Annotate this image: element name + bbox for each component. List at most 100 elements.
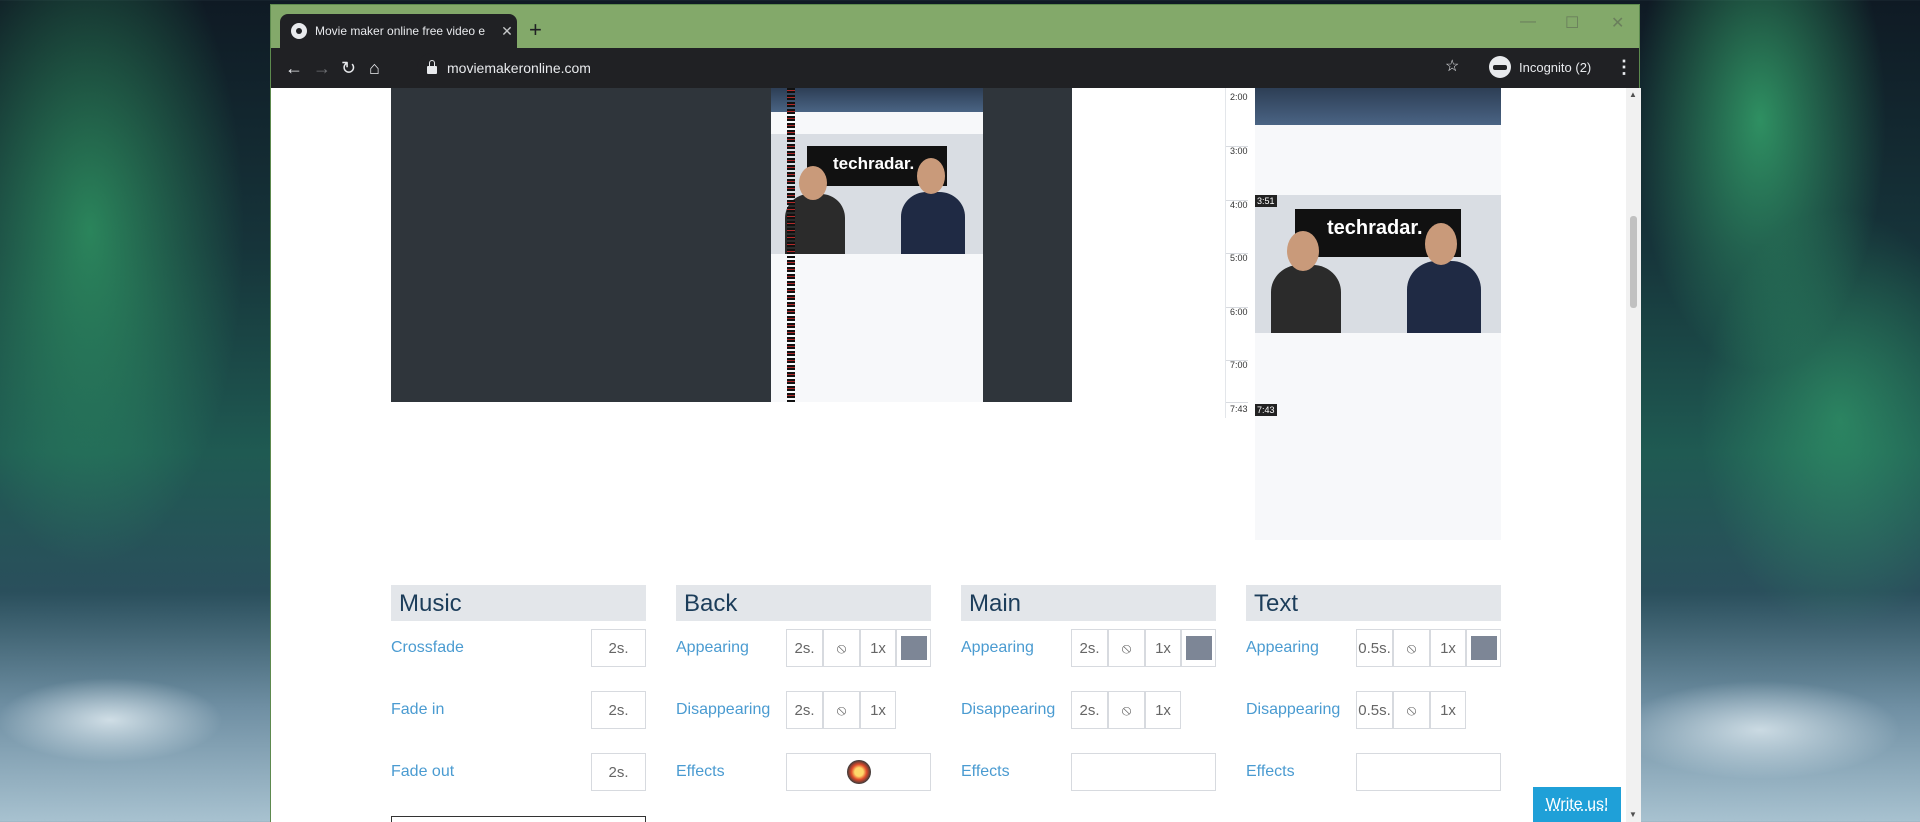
- audio-waveform-bottom: [787, 260, 795, 402]
- track-head-left: [1287, 231, 1319, 271]
- text-appearing-speed[interactable]: 1x: [1430, 629, 1466, 667]
- profile-label: Incognito (2): [1519, 59, 1592, 75]
- reload-button[interactable]: ↻: [341, 58, 356, 78]
- text-disappearing-none-icon[interactable]: ⦸: [1393, 691, 1430, 729]
- preview-logo-text: techradar.: [833, 154, 915, 173]
- text-disappearing-duration[interactable]: 0.5s.: [1356, 691, 1393, 729]
- scroll-up-icon[interactable]: ▲: [1629, 90, 1637, 99]
- back-effects-picker[interactable]: [786, 753, 931, 791]
- audio-waveform-top: [787, 88, 795, 258]
- tick-line: [1226, 402, 1248, 403]
- main-section: Main Appearing 2s. ⦸ 1x Disappearing 2s.…: [961, 585, 1216, 791]
- main-disappearing-none-icon[interactable]: ⦸: [1108, 691, 1145, 729]
- timeline-ruler[interactable]: 2:00 3:00 4:00 5:00 6:00 7:00 7:43: [1225, 88, 1249, 418]
- write-us-button[interactable]: Write us!: [1533, 787, 1621, 822]
- track-logo-text: techradar.: [1327, 217, 1423, 239]
- forward-button[interactable]: →: [313, 58, 331, 78]
- page-scrollbar[interactable]: ▲ ▼: [1626, 88, 1641, 822]
- main-section-title: Main: [961, 585, 1216, 621]
- video-track[interactable]: techradar. 3:51 7:43: [1255, 88, 1501, 540]
- home-button[interactable]: ⌂: [369, 58, 380, 78]
- tab-title: Movie maker online free video e: [315, 24, 486, 38]
- text-appearing-label: Appearing: [1246, 639, 1319, 656]
- tick-label: 2:00: [1230, 92, 1248, 102]
- track-person-left: [1271, 265, 1341, 333]
- music-section: Music Crossfade 2s. Fade in 2s. Fade out…: [391, 585, 646, 791]
- text-effects-picker[interactable]: [1356, 753, 1501, 791]
- text-disappearing-label: Disappearing: [1246, 701, 1341, 718]
- scroll-down-icon[interactable]: ▼: [1629, 810, 1637, 819]
- url-text[interactable]: moviemakeronline.com: [447, 60, 591, 76]
- fade-out-input[interactable]: 2s.: [591, 753, 646, 791]
- next-panel-peek: [391, 816, 646, 822]
- back-appearing-speed[interactable]: 1x: [860, 629, 896, 667]
- browser-window: Movie maker online free video e ✕ + — ☐ …: [270, 4, 1641, 822]
- fade-out-row: Fade out 2s.: [391, 753, 646, 791]
- tick-label: 3:00: [1230, 146, 1248, 156]
- text-effects-label: Effects: [1246, 763, 1295, 780]
- track-person-right: [1407, 261, 1481, 333]
- incognito-profile-button[interactable]: Incognito (2): [1489, 56, 1591, 78]
- back-appearing-none-icon[interactable]: ⦸: [823, 629, 860, 667]
- back-disappearing-speed[interactable]: 1x: [860, 691, 896, 729]
- text-section: Text Appearing 0.5s. ⦸ 1x Disappearing 0…: [1246, 585, 1501, 791]
- color-swatch-fill: [1470, 636, 1497, 660]
- new-tab-button[interactable]: +: [529, 19, 542, 41]
- minimize-button[interactable]: —: [1520, 13, 1536, 31]
- main-appearing-duration[interactable]: 2s.: [1071, 629, 1108, 667]
- main-effects-picker[interactable]: [1071, 753, 1216, 791]
- video-preview[interactable]: techradar.: [391, 88, 1072, 402]
- track-clip-thumbnail[interactable]: techradar.: [1255, 195, 1501, 333]
- preview-head-right: [917, 158, 945, 194]
- fade-in-label: Fade in: [391, 701, 445, 718]
- main-effects-row: Effects: [961, 753, 1216, 791]
- browser-menu-icon[interactable]: ⋮: [1615, 57, 1633, 78]
- text-appearing-row: Appearing 0.5s. ⦸ 1x: [1246, 629, 1501, 667]
- back-appearing-duration[interactable]: 2s.: [786, 629, 823, 667]
- preview-top-strip: [771, 88, 983, 112]
- back-disappearing-none-icon[interactable]: ⦸: [823, 691, 860, 729]
- music-section-title: Music: [391, 585, 646, 621]
- main-appearing-none-icon[interactable]: ⦸: [1108, 629, 1145, 667]
- tick-label: 7:00: [1230, 360, 1248, 370]
- effect-thumbnail-icon: [846, 760, 871, 784]
- back-disappearing-duration[interactable]: 2s.: [786, 691, 823, 729]
- main-appearing-color-swatch[interactable]: [1181, 629, 1216, 667]
- fade-in-row: Fade in 2s.: [391, 691, 646, 729]
- browser-tab[interactable]: Movie maker online free video e ✕: [280, 14, 517, 48]
- close-window-button[interactable]: ✕: [1611, 13, 1624, 33]
- main-disappearing-speed[interactable]: 1x: [1145, 691, 1181, 729]
- fade-in-input[interactable]: 2s.: [591, 691, 646, 729]
- back-section: Back Appearing 2s. ⦸ 1x Disappearing 2s.…: [676, 585, 931, 791]
- preview-person-right: [901, 192, 965, 254]
- browser-titlebar: Movie maker online free video e ✕ + — ☐ …: [271, 5, 1639, 48]
- bookmark-star-icon[interactable]: ☆: [1445, 56, 1459, 76]
- maximize-button[interactable]: ☐: [1565, 13, 1579, 33]
- film-reel-icon: [291, 23, 307, 39]
- text-appearing-none-icon[interactable]: ⦸: [1393, 629, 1430, 667]
- track-clip-top: [1255, 88, 1501, 125]
- scrollbar-thumb[interactable]: [1630, 216, 1637, 308]
- tab-close-icon[interactable]: ✕: [497, 23, 517, 40]
- main-appearing-speed[interactable]: 1x: [1145, 629, 1181, 667]
- text-appearing-color-swatch[interactable]: [1466, 629, 1501, 667]
- color-swatch-fill: [900, 636, 927, 660]
- back-button[interactable]: ←: [285, 58, 303, 78]
- crossfade-input[interactable]: 2s.: [591, 629, 646, 667]
- color-swatch-fill: [1185, 636, 1212, 660]
- text-section-title: Text: [1246, 585, 1501, 621]
- back-appearing-label: Appearing: [676, 639, 749, 656]
- address-bar[interactable]: moviemakeronline.com: [417, 53, 1593, 83]
- main-disappearing-row: Disappearing 2s. ⦸ 1x: [961, 691, 1216, 729]
- back-disappearing-row: Disappearing 2s. ⦸ 1x: [676, 691, 931, 729]
- main-disappearing-label: Disappearing: [961, 701, 1056, 718]
- text-disappearing-row: Disappearing 0.5s. ⦸ 1x: [1246, 691, 1501, 729]
- text-disappearing-speed[interactable]: 1x: [1430, 691, 1466, 729]
- incognito-icon: [1489, 56, 1511, 78]
- back-disappearing-label: Disappearing: [676, 701, 771, 718]
- crossfade-label: Crossfade: [391, 639, 464, 656]
- text-appearing-duration[interactable]: 0.5s.: [1356, 629, 1393, 667]
- main-disappearing-duration[interactable]: 2s.: [1071, 691, 1108, 729]
- main-appearing-row: Appearing 2s. ⦸ 1x: [961, 629, 1216, 667]
- back-appearing-color-swatch[interactable]: [896, 629, 931, 667]
